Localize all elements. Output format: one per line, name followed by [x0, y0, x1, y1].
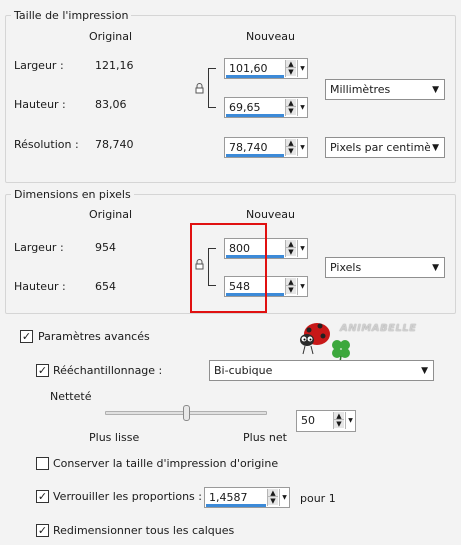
value-underline	[206, 504, 266, 507]
resolution-unit-value: Pixels par centimèt	[330, 141, 430, 154]
resolution-original: 78,740	[95, 138, 134, 151]
print-width-original: 121,16	[95, 59, 134, 72]
pixel-col-original: Original	[89, 208, 133, 221]
slider-right-label: Plus net	[243, 431, 287, 444]
spin-buttons[interactable]: ▲ ▼	[285, 99, 296, 116]
keep-print-size-checkbox[interactable]	[36, 457, 49, 470]
lock-icon[interactable]	[195, 83, 204, 94]
spin-up-icon[interactable]: ▲	[286, 99, 296, 107]
sharpness-spinner[interactable]: 50 ▲ ▼ ▼	[296, 410, 356, 432]
spin-down-icon[interactable]: ▼	[286, 147, 296, 155]
chevron-down-icon: ▼	[432, 143, 439, 153]
spin-dropdown-icon[interactable]: ▼	[297, 278, 307, 295]
print-size-title: Taille de l'impression	[11, 9, 132, 22]
pixel-dims-title: Dimensions en pixels	[11, 188, 134, 201]
print-height-value[interactable]: 69,65	[229, 101, 261, 114]
pixel-unit-value: Pixels	[330, 261, 362, 274]
spin-buttons[interactable]: ▲ ▼	[285, 60, 296, 77]
watermark-text: ANIMABELLE	[340, 323, 417, 334]
print-col-original: Original	[89, 30, 133, 43]
spin-buttons[interactable]: ▲ ▼	[267, 489, 278, 506]
resample-method-select[interactable]: Bi-cubique ▼	[209, 360, 434, 381]
spin-down-icon[interactable]: ▼	[286, 248, 296, 256]
chevron-down-icon: ▼	[432, 85, 439, 95]
ratio-spinner[interactable]: 1,4587 ▲ ▼ ▼	[204, 487, 290, 508]
spin-dropdown-icon[interactable]: ▼	[345, 412, 355, 429]
advanced-checkbox[interactable]: ✓	[20, 330, 33, 343]
spin-dropdown-icon[interactable]: ▼	[297, 240, 307, 257]
resolution-spinner[interactable]: 78,740 ▲ ▼ ▼	[224, 137, 308, 158]
sharpness-slider-thumb[interactable]	[182, 405, 190, 421]
print-height-original: 83,06	[95, 98, 127, 111]
ratio-value[interactable]: 1,4587	[209, 491, 248, 504]
resample-label[interactable]: Rééchantillonnage :	[53, 364, 162, 377]
print-width-spinner[interactable]: 101,60 ▲ ▼ ▼	[224, 58, 308, 79]
spin-up-icon[interactable]: ▲	[334, 412, 344, 420]
pixel-col-new: Nouveau	[246, 208, 295, 221]
spin-up-icon[interactable]: ▲	[286, 240, 296, 248]
resample-checkbox[interactable]: ✓	[36, 364, 49, 377]
lock-ratio-label[interactable]: Verrouiller les proportions :	[53, 490, 202, 503]
highlight-box	[190, 223, 267, 313]
print-height-label: Hauteur :	[14, 98, 66, 111]
value-underline	[226, 154, 284, 157]
spin-dropdown-icon[interactable]: ▼	[297, 60, 307, 77]
resolution-value[interactable]: 78,740	[229, 141, 268, 154]
spin-dropdown-icon[interactable]: ▼	[297, 139, 307, 156]
print-unit-value: Millimètres	[330, 83, 391, 96]
slider-left-label: Plus lisse	[89, 431, 140, 444]
spin-down-icon[interactable]: ▼	[286, 107, 296, 115]
spin-up-icon[interactable]: ▲	[286, 60, 296, 68]
value-underline	[226, 75, 284, 78]
spin-dropdown-icon[interactable]: ▼	[279, 489, 289, 506]
spin-buttons[interactable]: ▲ ▼	[285, 240, 296, 257]
print-height-spinner[interactable]: 69,65 ▲ ▼ ▼	[224, 97, 308, 118]
spin-down-icon[interactable]: ▼	[268, 497, 278, 505]
resize-layers-label[interactable]: Redimensionner tous les calques	[53, 524, 234, 537]
chevron-down-icon: ▼	[432, 263, 439, 273]
spin-buttons[interactable]: ▲ ▼	[333, 412, 344, 429]
pixel-width-original: 954	[95, 241, 116, 254]
chevron-down-icon: ▼	[421, 366, 428, 376]
keep-print-size-label[interactable]: Conserver la taille d'impression d'origi…	[53, 457, 278, 470]
ratio-suffix: pour 1	[300, 492, 336, 505]
print-unit-select[interactable]: Millimètres ▼	[325, 79, 445, 100]
spin-down-icon[interactable]: ▼	[286, 286, 296, 294]
resolution-unit-select[interactable]: Pixels par centimèt ▼	[325, 137, 445, 158]
resample-method-value: Bi-cubique	[214, 364, 273, 377]
spin-up-icon[interactable]: ▲	[286, 139, 296, 147]
spin-buttons[interactable]: ▲ ▼	[285, 139, 296, 156]
sharpness-label: Netteté	[50, 390, 92, 403]
advanced-label[interactable]: Paramètres avancés	[38, 330, 150, 343]
resolution-label: Résolution :	[14, 138, 79, 151]
spin-down-icon[interactable]: ▼	[286, 68, 296, 76]
pixel-width-label: Largeur :	[14, 241, 64, 254]
spin-dropdown-icon[interactable]: ▼	[297, 99, 307, 116]
print-width-label: Largeur :	[14, 59, 64, 72]
pixel-height-label: Hauteur :	[14, 280, 66, 293]
spin-buttons[interactable]: ▲ ▼	[285, 278, 296, 295]
spin-up-icon[interactable]: ▲	[268, 489, 278, 497]
pixel-height-original: 654	[95, 280, 116, 293]
spin-up-icon[interactable]: ▲	[286, 278, 296, 286]
spin-down-icon[interactable]: ▼	[334, 420, 344, 428]
sharpness-value[interactable]: 50	[301, 414, 315, 427]
print-width-value[interactable]: 101,60	[229, 62, 268, 75]
print-link-bracket	[208, 68, 216, 108]
lock-ratio-checkbox[interactable]: ✓	[36, 490, 49, 503]
pixel-unit-select[interactable]: Pixels ▼	[325, 257, 445, 278]
value-underline	[226, 114, 284, 117]
resize-layers-checkbox[interactable]: ✓	[36, 524, 49, 537]
print-col-new: Nouveau	[246, 30, 295, 43]
